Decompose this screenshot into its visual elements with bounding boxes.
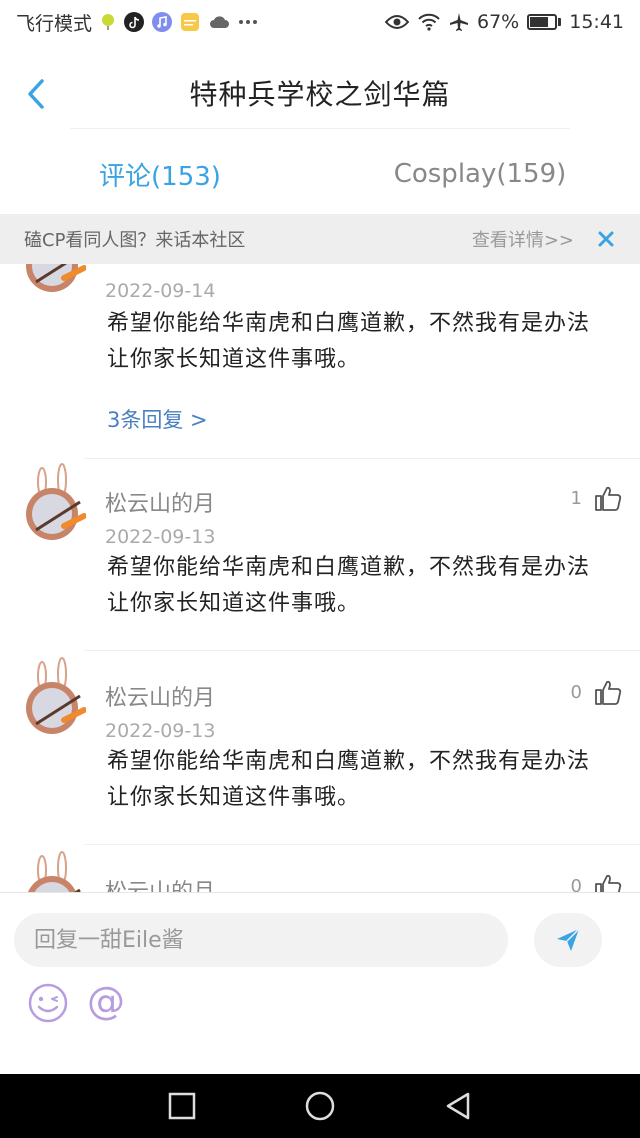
thumbs-up-icon — [595, 874, 622, 892]
banner-details-link[interactable]: 查看详情>> — [472, 226, 574, 252]
view-replies-link[interactable]: 3条回复 > — [107, 404, 208, 434]
tab-bar: 评论(153) Cosplay(159) — [0, 138, 640, 210]
more-dots-icon — [238, 19, 258, 25]
reply-input[interactable] — [14, 913, 508, 967]
tiktok-icon — [124, 12, 145, 32]
like-count: 1 — [570, 487, 582, 509]
recent-apps-button[interactable] — [162, 1086, 202, 1126]
tab-cosplay[interactable]: Cosplay(159) — [320, 138, 640, 210]
reply-panel: @ — [0, 892, 640, 1074]
clock: 15:41 — [569, 11, 624, 33]
page-title: 特种兵学校之剑华篇 — [189, 78, 451, 111]
carrier-label: 飞行模式 — [16, 12, 93, 35]
recent-apps-icon — [168, 1092, 196, 1120]
avatar[interactable] — [20, 264, 87, 294]
divider — [84, 844, 640, 845]
like-count: 0 — [570, 875, 582, 893]
close-icon — [598, 231, 614, 247]
like-button[interactable]: 1 — [571, 484, 622, 512]
emoji-button[interactable] — [26, 981, 70, 1025]
chevron-left-icon — [28, 79, 44, 109]
comment-username[interactable]: 松云山的月 — [105, 680, 215, 712]
promo-banner[interactable]: 磕CP看同人图？来话本社区 查看详情>> — [0, 214, 640, 264]
like-button[interactable]: 0 — [571, 872, 622, 892]
title-divider — [70, 128, 570, 129]
comment-date: 2022-09-13 — [105, 526, 216, 548]
home-button[interactable] — [300, 1086, 340, 1126]
eye-icon — [385, 14, 409, 30]
divider — [84, 650, 640, 651]
avatar[interactable] — [20, 460, 87, 542]
system-nav-bar — [0, 1074, 640, 1138]
comment-username[interactable]: 松云山的月 — [105, 486, 215, 518]
battery-percent: 67% — [477, 11, 520, 33]
divider — [84, 458, 640, 459]
comment-text: 希望你能给华南虎和白鹰道歉，不然我有是办法让你家长知道这件事哦。 — [107, 749, 591, 810]
battery-icon — [527, 14, 562, 30]
title-bar: 特种兵学校之剑华篇 — [0, 56, 640, 130]
thumbs-up-icon — [595, 486, 622, 511]
avatar[interactable] — [20, 654, 87, 736]
smiley-icon — [28, 983, 68, 1023]
home-icon — [305, 1091, 335, 1121]
comment-list[interactable]: 2022-09-14 希望你能给华南虎和白鹰道歉，不然我有是办法让你家长知道这件… — [0, 264, 640, 892]
cloud-icon — [208, 14, 230, 30]
thumbs-up-icon — [595, 680, 622, 705]
battery-level — [530, 17, 548, 27]
comment-text: 希望你能给华南虎和白鹰道歉，不然我有是办法让你家长知道这件事哦。 — [107, 555, 591, 616]
comment-date: 2022-09-13 — [105, 720, 216, 742]
back-button[interactable] — [18, 74, 54, 114]
nav-back-button[interactable] — [438, 1086, 478, 1126]
status-bar: 飞行模式 67% 15:41 — [0, 0, 640, 44]
banner-text: 磕CP看同人图？来话本社区 — [24, 230, 246, 251]
back-icon — [446, 1092, 470, 1120]
balloon-icon — [100, 13, 116, 31]
music-icon — [152, 12, 173, 32]
banner-close-button[interactable] — [596, 229, 616, 249]
comment-date: 2022-09-14 — [105, 280, 216, 302]
comment-username[interactable]: 松云山的月 — [105, 874, 215, 892]
send-button[interactable] — [534, 913, 602, 967]
comment-text: 希望你能给华南虎和白鹰道歉，不然我有是办法让你家长知道这件事哦。 — [107, 311, 591, 372]
avatar[interactable] — [20, 848, 86, 892]
airplane-icon — [449, 12, 469, 32]
mention-button[interactable]: @ — [84, 979, 128, 1023]
like-button[interactable]: 0 — [571, 678, 622, 706]
wifi-icon — [417, 13, 441, 31]
notes-icon — [180, 12, 200, 32]
like-count: 0 — [570, 681, 582, 703]
tab-comments[interactable]: 评论(153) — [0, 138, 320, 210]
send-icon — [557, 928, 580, 951]
